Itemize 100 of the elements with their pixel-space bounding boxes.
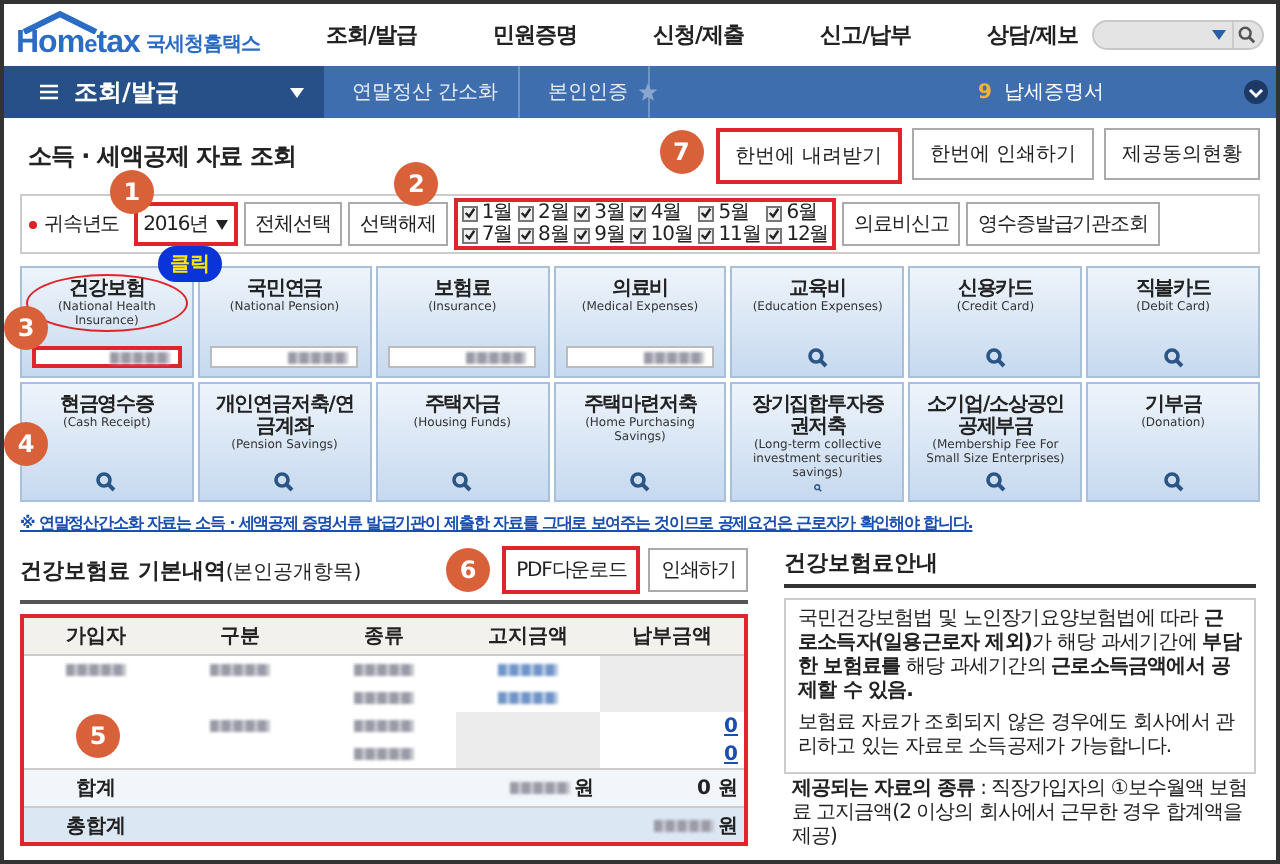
search-icon[interactable] (96, 472, 117, 492)
nav-menu-item[interactable]: 조회/발급 (326, 20, 418, 50)
nav-menu-item[interactable]: 민원증명 (493, 20, 578, 50)
month-checkbox[interactable] (698, 205, 715, 221)
month-checkbox[interactable] (518, 205, 534, 221)
currency-unit: 원 (718, 813, 738, 839)
blurred-value (466, 351, 527, 363)
action-button[interactable]: PDF다운로드 (502, 546, 641, 594)
table-cell: 총합계 (24, 806, 168, 842)
column-header: 고지금액 (456, 618, 600, 656)
select-button[interactable]: 선택해제 (348, 202, 448, 246)
search-button[interactable] (1232, 22, 1258, 48)
search-icon[interactable] (985, 472, 1006, 492)
month-label[interactable]: 3월 (594, 202, 625, 224)
month-label[interactable]: 5월 (718, 202, 749, 224)
action-button[interactable]: 영수증발급기관조회 (966, 202, 1160, 246)
blurred-value (354, 748, 414, 760)
currency-unit: 원 (574, 776, 594, 802)
search-icon (1237, 26, 1255, 44)
action-button[interactable]: 한번에 인쇄하기 (911, 128, 1094, 180)
menu-dropdown[interactable]: 조회/발급 (4, 66, 324, 118)
certificate-link[interactable]: 납세증명서 (1004, 78, 1104, 106)
click-callout: 클릭 (157, 246, 222, 282)
caret-icon (290, 87, 304, 97)
tile-title: 기부금 (1144, 394, 1202, 416)
amount-link[interactable]: 0 (724, 743, 738, 765)
step-badge: 7 (659, 130, 704, 174)
search-icon[interactable] (452, 472, 473, 492)
tile-title: 의료비 (611, 278, 669, 300)
tile-title: 현금영수증 (59, 394, 154, 416)
search-icon[interactable] (1163, 348, 1184, 368)
blurred-value (654, 819, 714, 831)
month-label[interactable]: 7월 (481, 224, 512, 246)
nav-menu-item[interactable]: 신고/납부 (820, 20, 912, 50)
notice-count: 9 (978, 81, 992, 103)
month-label[interactable]: 1월 (481, 202, 512, 224)
nav-menu-item[interactable]: 상담/제보 (987, 20, 1079, 50)
step-badge: 3 (4, 306, 48, 350)
action-button[interactable]: 제공동의현황 (1104, 128, 1260, 180)
search-icon[interactable] (985, 348, 1006, 368)
table-cell: 합계 (24, 768, 168, 806)
star-icon[interactable] (638, 82, 659, 102)
step-badge: 5 (76, 714, 120, 758)
month-label[interactable]: 4월 (650, 202, 682, 224)
info-bullet: 제공되는 자료의 종류 : 직장가입자의 ①보수월액 보험료 고지금액(2 이상의 회사에서 근무한 경우 합계액을 제공) (792, 778, 1250, 850)
month-checkbox[interactable] (630, 227, 647, 243)
search-icon[interactable] (1163, 472, 1184, 492)
action-button[interactable]: 한번에 내려받기 (715, 128, 902, 184)
menu-icon (40, 84, 58, 100)
step-badge: 1 (109, 170, 154, 214)
month-checkbox[interactable] (461, 205, 478, 221)
nav-menu-item[interactable]: 신청/제출 (653, 20, 745, 50)
month-label[interactable]: 2월 (538, 202, 569, 224)
month-label[interactable]: 9월 (594, 224, 625, 246)
brand-logo[interactable]: Hometax (16, 25, 140, 61)
month-checkbox[interactable] (698, 227, 715, 243)
blurred-value (109, 351, 170, 363)
month-label[interactable]: 8월 (538, 224, 569, 246)
action-button[interactable]: 의료비신고 (842, 202, 961, 246)
expand-icon[interactable] (1244, 80, 1268, 104)
caret-icon (1212, 30, 1226, 40)
amount-link[interactable]: 0 (724, 715, 738, 737)
search-icon[interactable] (807, 348, 828, 368)
action-button[interactable]: 인쇄하기 (648, 548, 748, 592)
blurred-value (510, 782, 570, 794)
select-button[interactable]: 전체선택 (243, 202, 343, 246)
tile-title: 건강보험 (69, 278, 145, 300)
step-badge: 4 (4, 422, 48, 466)
blurred-value (288, 351, 349, 363)
month-label[interactable]: 12월 (786, 224, 829, 246)
blurred-value (66, 664, 126, 676)
tile-title: 교육비 (789, 278, 846, 300)
blurred-value (354, 720, 414, 732)
month-checkbox[interactable] (630, 205, 647, 221)
blurred-value (210, 720, 270, 732)
month-checkbox[interactable] (574, 227, 591, 243)
caret-icon (215, 219, 228, 229)
tile-title: 보험료 (434, 278, 491, 300)
month-label[interactable]: 10월 (650, 224, 693, 246)
info-paragraph: 보험료 자료가 조회되지 않은 경우에도 회사에서 관리하고 있는 자료로 소득공제가 가능합니다. (798, 712, 1237, 760)
month-checkbox[interactable] (766, 205, 783, 221)
month-label[interactable]: 11월 (718, 224, 761, 246)
column-header: 납부금액 (600, 618, 744, 656)
month-checkbox[interactable] (766, 227, 783, 243)
month-label[interactable]: 6월 (786, 202, 817, 224)
column-header: 구분 (168, 618, 312, 656)
step-badge: 6 (446, 548, 491, 592)
notice-link[interactable]: ※ 연말정산간소화 자료는 소득 · 세액공제 증명서류 발급기관이 제출한 자료를 그대로 보여주는 것이므로 공제요건은 근로자가 확인해야 합니다. (20, 512, 1260, 534)
breadcrumb-item[interactable]: 연말정산 간소화 (324, 66, 521, 118)
month-checkbox[interactable] (461, 227, 478, 243)
search-icon[interactable] (629, 472, 650, 492)
month-checkbox[interactable] (574, 205, 591, 221)
blurred-value (354, 664, 414, 676)
search-icon[interactable] (274, 472, 295, 492)
month-checkbox[interactable] (518, 227, 534, 243)
info-paragraph: 국민건강보험법 및 노인장기요양보험법에 따라 근로소득자(일용근로자 제외)가 해당 과세기간에 부담한 보험료를 해당 과세기간의 근로소득금액에서 공제할 수 있음. (798, 608, 1242, 704)
blurred-value (354, 692, 414, 704)
search-field[interactable] (1092, 20, 1264, 50)
tile-title: 장기집합투자증권저축 (749, 394, 886, 438)
table-cell: 0 원 (600, 768, 744, 806)
